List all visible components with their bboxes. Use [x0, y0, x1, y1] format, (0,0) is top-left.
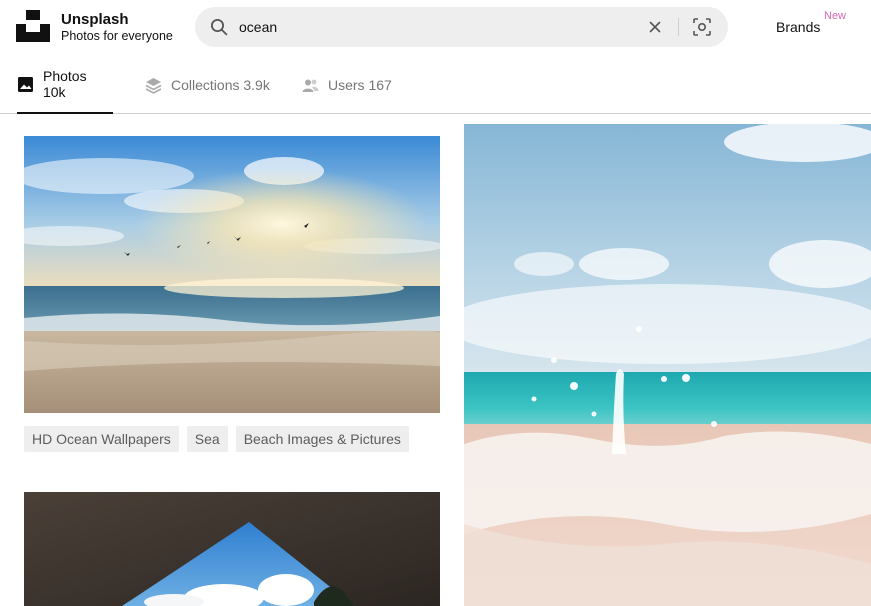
ocean-splash-image [464, 124, 871, 606]
tag-chip[interactable]: Beach Images & Pictures [235, 426, 409, 452]
brand-name[interactable]: Unsplash [61, 11, 129, 28]
new-badge: New [824, 10, 847, 22]
search-bar[interactable] [195, 7, 728, 47]
top-navbar: Unsplash Photos for everyone Brands New [0, 0, 871, 56]
visual-search-icon[interactable] [692, 17, 712, 37]
tab-photos-label: Photos 10k [42, 68, 87, 100]
clear-search-icon[interactable] [647, 19, 663, 35]
sea-cave-image [24, 492, 440, 606]
photo-sea-cave[interactable] [24, 492, 440, 606]
search-input[interactable] [239, 7, 619, 47]
tab-users-label: Users 167 [328, 77, 392, 93]
search-icon[interactable] [210, 18, 228, 36]
search-result-tabs: Photos 10k Collections 3.9k Users 167 [0, 56, 871, 114]
photo-ocean-splash[interactable] [464, 124, 871, 606]
related-tags: HD Ocean Wallpapers Sea Beach Images & P… [24, 426, 409, 452]
beach-sunset-image [24, 136, 440, 413]
brands-link[interactable]: Brands [776, 19, 820, 35]
tab-collections-label: Collections 3.9k [171, 77, 270, 93]
brand-tagline: Photos for everyone [61, 29, 173, 43]
tab-users[interactable]: Users 167 [302, 56, 392, 114]
users-icon [302, 79, 319, 92]
photo-beach-sunset[interactable] [24, 136, 440, 413]
tag-chip[interactable]: Sea [186, 426, 228, 452]
collections-icon [145, 77, 162, 94]
tag-chip[interactable]: HD Ocean Wallpapers [24, 426, 179, 452]
tab-photos[interactable]: Photos 10k [17, 56, 113, 114]
tab-collections[interactable]: Collections 3.9k [145, 56, 270, 114]
unsplash-logo-icon[interactable] [16, 10, 50, 42]
image-icon [17, 76, 33, 92]
search-divider [678, 18, 679, 36]
